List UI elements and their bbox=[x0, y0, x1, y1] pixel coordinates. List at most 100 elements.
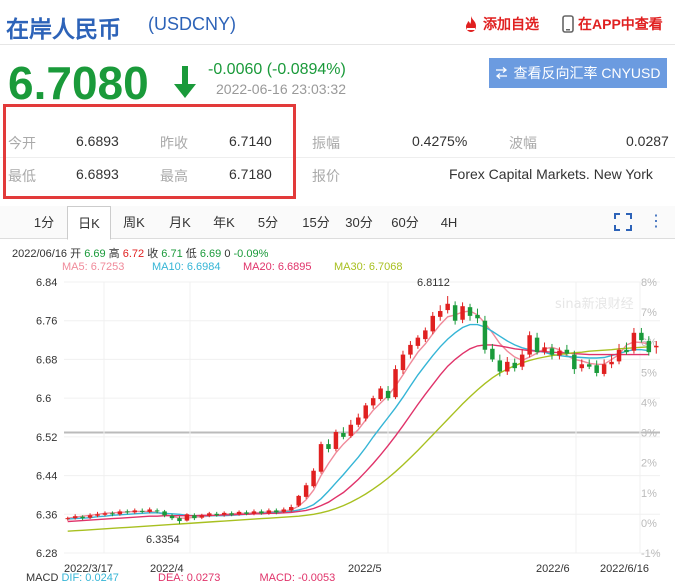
tab-weekly-k[interactable]: 周K bbox=[114, 206, 154, 239]
kline-open-label: 开 bbox=[70, 248, 82, 260]
candle-body bbox=[475, 314, 480, 319]
kline-close: 6.71 bbox=[161, 248, 183, 260]
more-options-icon[interactable]: ⋮ bbox=[648, 211, 664, 231]
tab-yearly-k[interactable]: 年K bbox=[204, 206, 244, 239]
period-tabs: 1分 日K 周K 月K 年K 5分 15分 30分 60分 4H bbox=[0, 206, 675, 240]
open-app-button[interactable]: 在APP中查看 bbox=[562, 14, 663, 34]
reverse-rate-label: 查看反向汇率 CNYUSD bbox=[513, 65, 661, 81]
tab-30min[interactable]: 30分 bbox=[341, 206, 377, 239]
fullscreen-icon[interactable] bbox=[614, 213, 632, 231]
candle-body bbox=[251, 511, 257, 514]
candle-body bbox=[564, 349, 570, 354]
tab-4h[interactable]: 4H bbox=[434, 206, 464, 239]
candle-body bbox=[423, 330, 428, 340]
candle-body bbox=[139, 510, 145, 512]
kline-chart[interactable]: 6.846.766.686.66.526.446.366.28 8%7%6%5%… bbox=[0, 270, 675, 573]
candle-body bbox=[400, 354, 406, 371]
amplitude-value: 0.4275% bbox=[412, 133, 468, 149]
macd-dea: DEA: 0.0273 bbox=[158, 572, 221, 581]
macd-info: MACD DIF: 0.0247 DEA: 0.0273 MACD: -0.00… bbox=[26, 572, 335, 581]
tab-monthly-k[interactable]: 月K bbox=[160, 206, 200, 239]
candle-body bbox=[490, 348, 495, 360]
tab-1min[interactable]: 1分 bbox=[26, 206, 62, 239]
candle-body bbox=[117, 511, 123, 515]
y-tick-label: 6.76 bbox=[36, 316, 57, 328]
candle-body bbox=[65, 518, 70, 520]
candle-body bbox=[452, 305, 458, 321]
pct-tick-label: 5% bbox=[641, 367, 657, 379]
candle-body bbox=[125, 511, 130, 513]
tab-daily-k[interactable]: 日K bbox=[67, 206, 111, 240]
kline-high-label: 高 bbox=[108, 248, 120, 260]
symbol-code: (USDCNY) bbox=[148, 14, 236, 34]
candle-body bbox=[110, 513, 115, 515]
page-title: 在岸人民币 bbox=[6, 17, 121, 43]
reverse-rate-button[interactable]: 查看反向汇率 CNYUSD bbox=[489, 58, 667, 88]
wave-value: 0.0287 bbox=[626, 133, 669, 149]
candle-body bbox=[631, 332, 637, 351]
y-tick-label: 6.44 bbox=[36, 471, 57, 483]
candle-body bbox=[184, 514, 190, 521]
candle-body bbox=[445, 303, 450, 311]
candle-body bbox=[154, 510, 160, 512]
candle-body bbox=[482, 320, 488, 350]
candle-body bbox=[72, 516, 78, 519]
pct-tick-label: 7% bbox=[641, 307, 657, 319]
ma30-line bbox=[67, 346, 649, 532]
quote-timestamp: 2022-06-16 23:03:32 bbox=[216, 81, 346, 97]
candle-body bbox=[236, 511, 242, 515]
phone-icon bbox=[562, 15, 574, 33]
candle-body bbox=[80, 516, 85, 519]
tab-60min[interactable]: 60分 bbox=[387, 206, 423, 239]
candle-body bbox=[288, 507, 294, 511]
tab-5min[interactable]: 5分 bbox=[250, 206, 286, 239]
candle-body bbox=[296, 495, 301, 506]
candle-body bbox=[199, 515, 205, 518]
tab-15min[interactable]: 15分 bbox=[298, 206, 334, 239]
y-tick-label: 6.52 bbox=[36, 432, 57, 444]
add-watchlist-button[interactable]: 添加自选 bbox=[463, 14, 539, 34]
kline-date: 2022/06/16 bbox=[12, 248, 68, 260]
candle-body bbox=[512, 362, 517, 369]
candle-body bbox=[214, 513, 219, 516]
amplitude-label: 振幅 bbox=[312, 135, 340, 151]
kline-pct: -0.09% bbox=[233, 248, 269, 260]
candle-body bbox=[460, 306, 465, 320]
candle-body bbox=[341, 432, 346, 437]
pct-tick-label: 2% bbox=[641, 458, 657, 470]
candlesticks bbox=[65, 296, 659, 524]
candle-body bbox=[430, 315, 436, 332]
candle-body bbox=[177, 518, 182, 522]
candle-body bbox=[594, 365, 599, 373]
candle-body bbox=[333, 432, 339, 449]
candle-body bbox=[415, 337, 421, 346]
quote-source-value: Forex Capital Markets. New York bbox=[449, 166, 653, 182]
open-app-label: 在APP中查看 bbox=[578, 16, 663, 32]
candle-body bbox=[132, 510, 138, 513]
chart-watermark: sina新浪财经 bbox=[555, 296, 634, 312]
header-divider bbox=[0, 44, 675, 45]
candle-body bbox=[169, 515, 175, 519]
candle-body bbox=[527, 335, 532, 355]
kline-open: 6.69 bbox=[84, 248, 106, 260]
x-tick-label: 2022/6 bbox=[536, 563, 570, 573]
pct-tick-label: 4% bbox=[641, 397, 657, 409]
add-watchlist-label: 添加自选 bbox=[483, 16, 539, 32]
candle-body bbox=[162, 511, 167, 516]
candle-body bbox=[192, 515, 197, 519]
candle-body bbox=[303, 485, 309, 497]
pct-tick-label: 3% bbox=[641, 428, 657, 440]
candle-body bbox=[87, 515, 93, 518]
candle-body bbox=[654, 345, 659, 348]
pct-tick-label: -1% bbox=[641, 548, 661, 560]
candle-body bbox=[497, 360, 503, 372]
candle-body bbox=[393, 369, 398, 398]
candle-body bbox=[579, 364, 585, 369]
x-tick-label: 2022/6/16 bbox=[600, 563, 649, 573]
candle-body bbox=[281, 509, 287, 512]
kline-low: 6.69 bbox=[199, 248, 222, 260]
kline-close-label: 收 bbox=[147, 248, 159, 260]
candle-body bbox=[318, 444, 324, 472]
min-price-label: 6.3354 bbox=[146, 534, 180, 546]
candle-body bbox=[385, 390, 391, 399]
